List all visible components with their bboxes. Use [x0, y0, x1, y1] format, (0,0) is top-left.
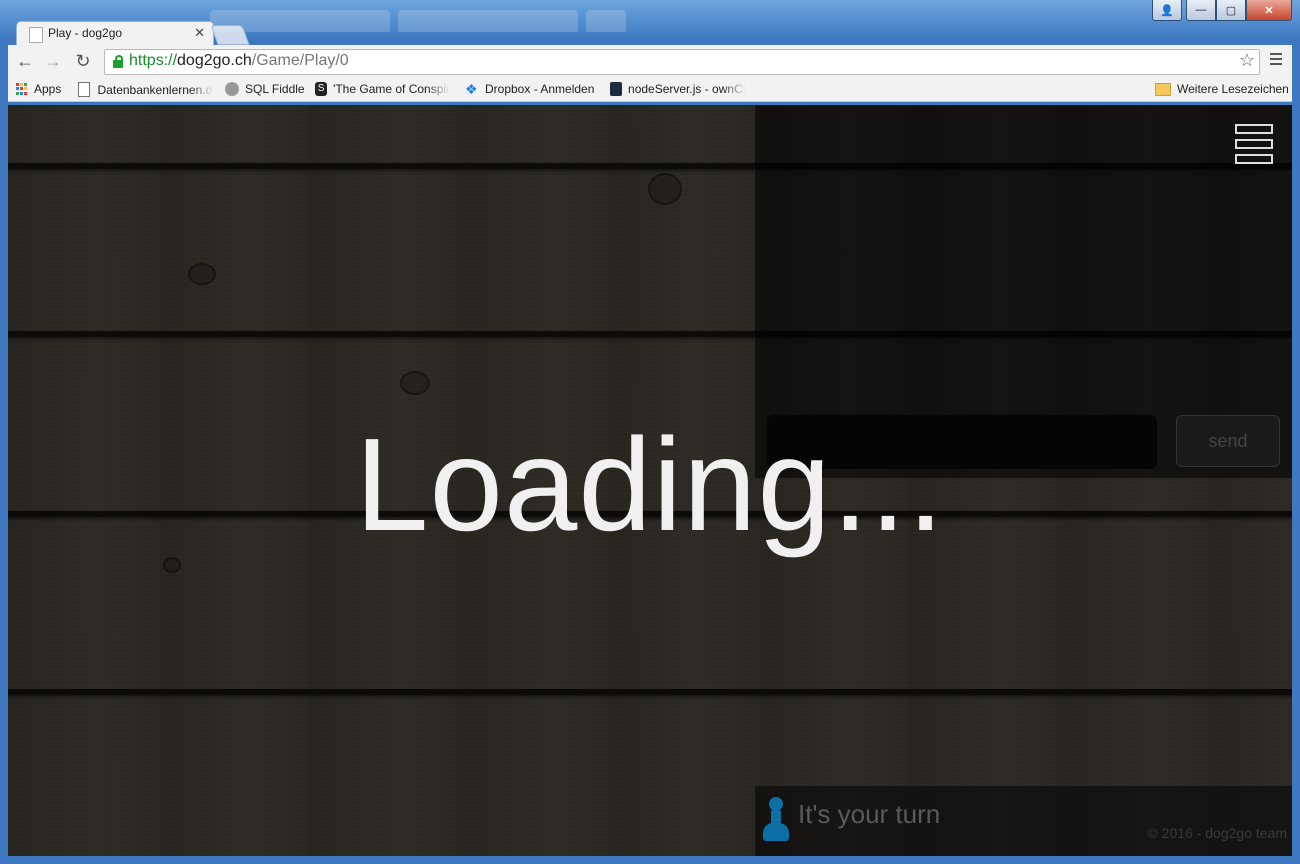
bookmark-datenbankenlernen[interactable]: Datenbankenlernen.de	[78, 82, 213, 97]
maximize-button[interactable]: ▢	[1216, 0, 1246, 21]
active-tab[interactable]: Play - dog2go ✕	[16, 21, 214, 46]
sql-fiddle-icon	[225, 82, 239, 96]
reload-icon[interactable]: ↻	[72, 50, 94, 72]
browser-window: 👤 — ▢ ✕ Play - dog2go ✕ ← → ↻ https://do…	[0, 0, 1300, 864]
conspiracy-icon: S	[315, 82, 328, 96]
background-tab[interactable]	[586, 10, 626, 32]
bookmarks-bar: Apps Datenbankenlernen.de SQL Fiddle S '…	[8, 79, 1292, 102]
folder-icon	[1155, 82, 1171, 96]
game-page: send Loading...	[8, 105, 1292, 856]
bookmark-game-of-conspiracy[interactable]: S 'The Game of Conspiracy	[315, 82, 450, 96]
lock-icon	[113, 55, 123, 68]
forward-arrow-icon[interactable]: →	[42, 50, 64, 72]
page-icon	[29, 27, 43, 43]
back-arrow-icon[interactable]: ←	[14, 50, 36, 72]
turn-text: It's your turn	[798, 799, 941, 829]
hamburger-menu-icon[interactable]	[1235, 124, 1273, 164]
tab-title: Play - dog2go	[48, 26, 123, 40]
user-icon[interactable]: 👤	[1152, 0, 1182, 21]
copyright: © 2016 - dog2go team	[1147, 825, 1287, 841]
address-bar[interactable]: https://dog2go.ch/Game/Play/0 ☆	[104, 49, 1260, 75]
bookmark-apps[interactable]: Apps	[16, 82, 61, 96]
bookmark-star-icon[interactable]: ☆	[1239, 50, 1255, 71]
bookmark-dropbox[interactable]: ❖ Dropbox - Anmelden	[465, 82, 594, 96]
tab-close-icon[interactable]: ✕	[194, 25, 205, 41]
close-window-button[interactable]: ✕	[1246, 0, 1292, 21]
owncloud-icon	[610, 82, 623, 96]
pawn-icon	[763, 797, 789, 843]
bookmark-nodeserver[interactable]: nodeServer.js - ownCloud	[610, 82, 746, 96]
background-tab[interactable]	[398, 10, 578, 32]
document-icon	[78, 82, 90, 97]
window-controls: 👤 — ▢ ✕	[1152, 0, 1292, 21]
dropbox-icon: ❖	[465, 81, 478, 97]
bookmark-other-folder[interactable]: Weitere Lesezeichen	[1155, 82, 1289, 96]
apps-icon	[16, 83, 28, 95]
chat-messages	[755, 105, 1292, 405]
browser-toolbar: ← → ↻ https://dog2go.ch/Game/Play/0 ☆	[8, 45, 1292, 79]
url-text: https://dog2go.ch/Game/Play/0	[129, 52, 349, 69]
bookmark-sql-fiddle[interactable]: SQL Fiddle	[225, 82, 305, 96]
new-tab-button[interactable]	[210, 25, 250, 45]
loading-text: Loading...	[355, 411, 945, 558]
minimize-button[interactable]: —	[1186, 0, 1216, 21]
chrome-menu-icon[interactable]	[1270, 53, 1282, 68]
